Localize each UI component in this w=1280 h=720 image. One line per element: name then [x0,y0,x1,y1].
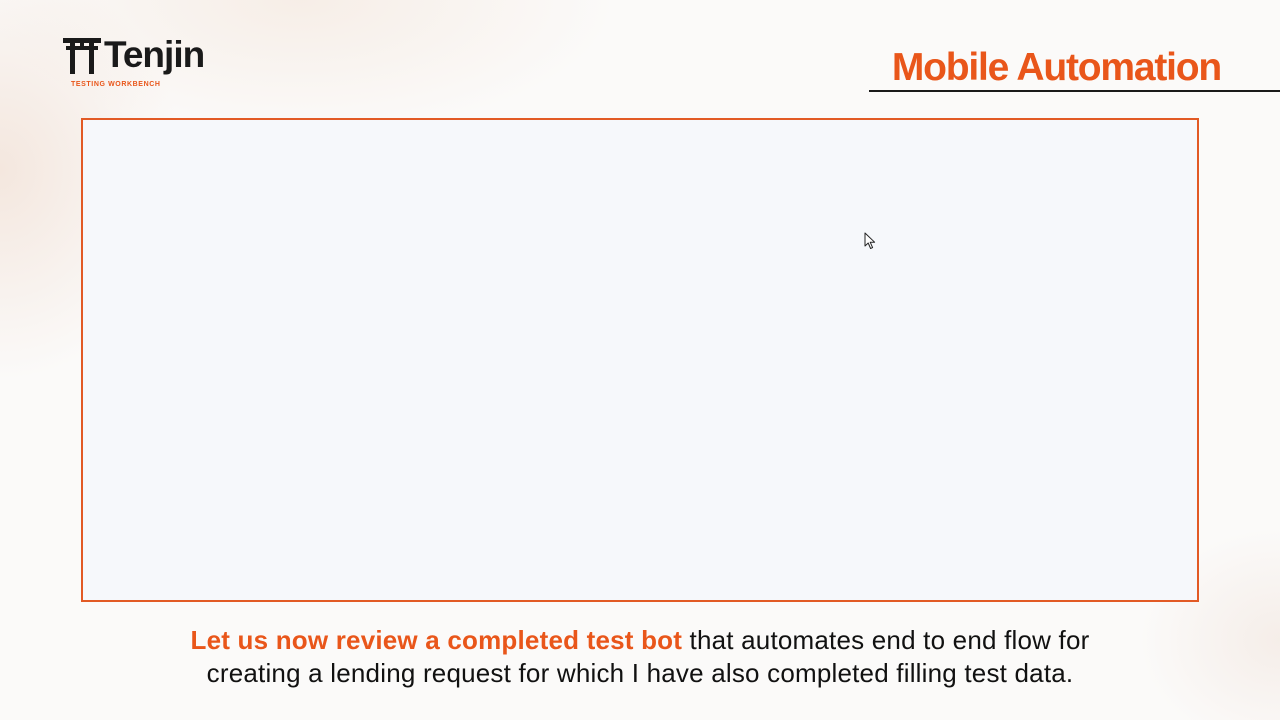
caption-highlight: Let us now review a completed test bot [190,625,683,655]
narration-caption: Let us now review a completed test bot t… [40,624,1240,690]
page-title: Mobile Automation [891,46,1222,89]
caption-line-1: Let us now review a completed test bot t… [40,624,1240,657]
torii-gate-icon [63,38,101,74]
caption-line-2: creating a lending request for which I h… [206,658,1074,688]
mouse-pointer-icon [864,232,876,249]
logo-wordmark: Tenjin [104,34,205,75]
title-underline [869,90,1280,92]
screen-capture-frame [81,118,1199,602]
tenjin-logo: Tenjin TESTING WORKBENCH [62,33,222,95]
logo-tagline: TESTING WORKBENCH [71,81,161,88]
caption-line-1-rest: that automates end to end flow for [682,625,1090,655]
